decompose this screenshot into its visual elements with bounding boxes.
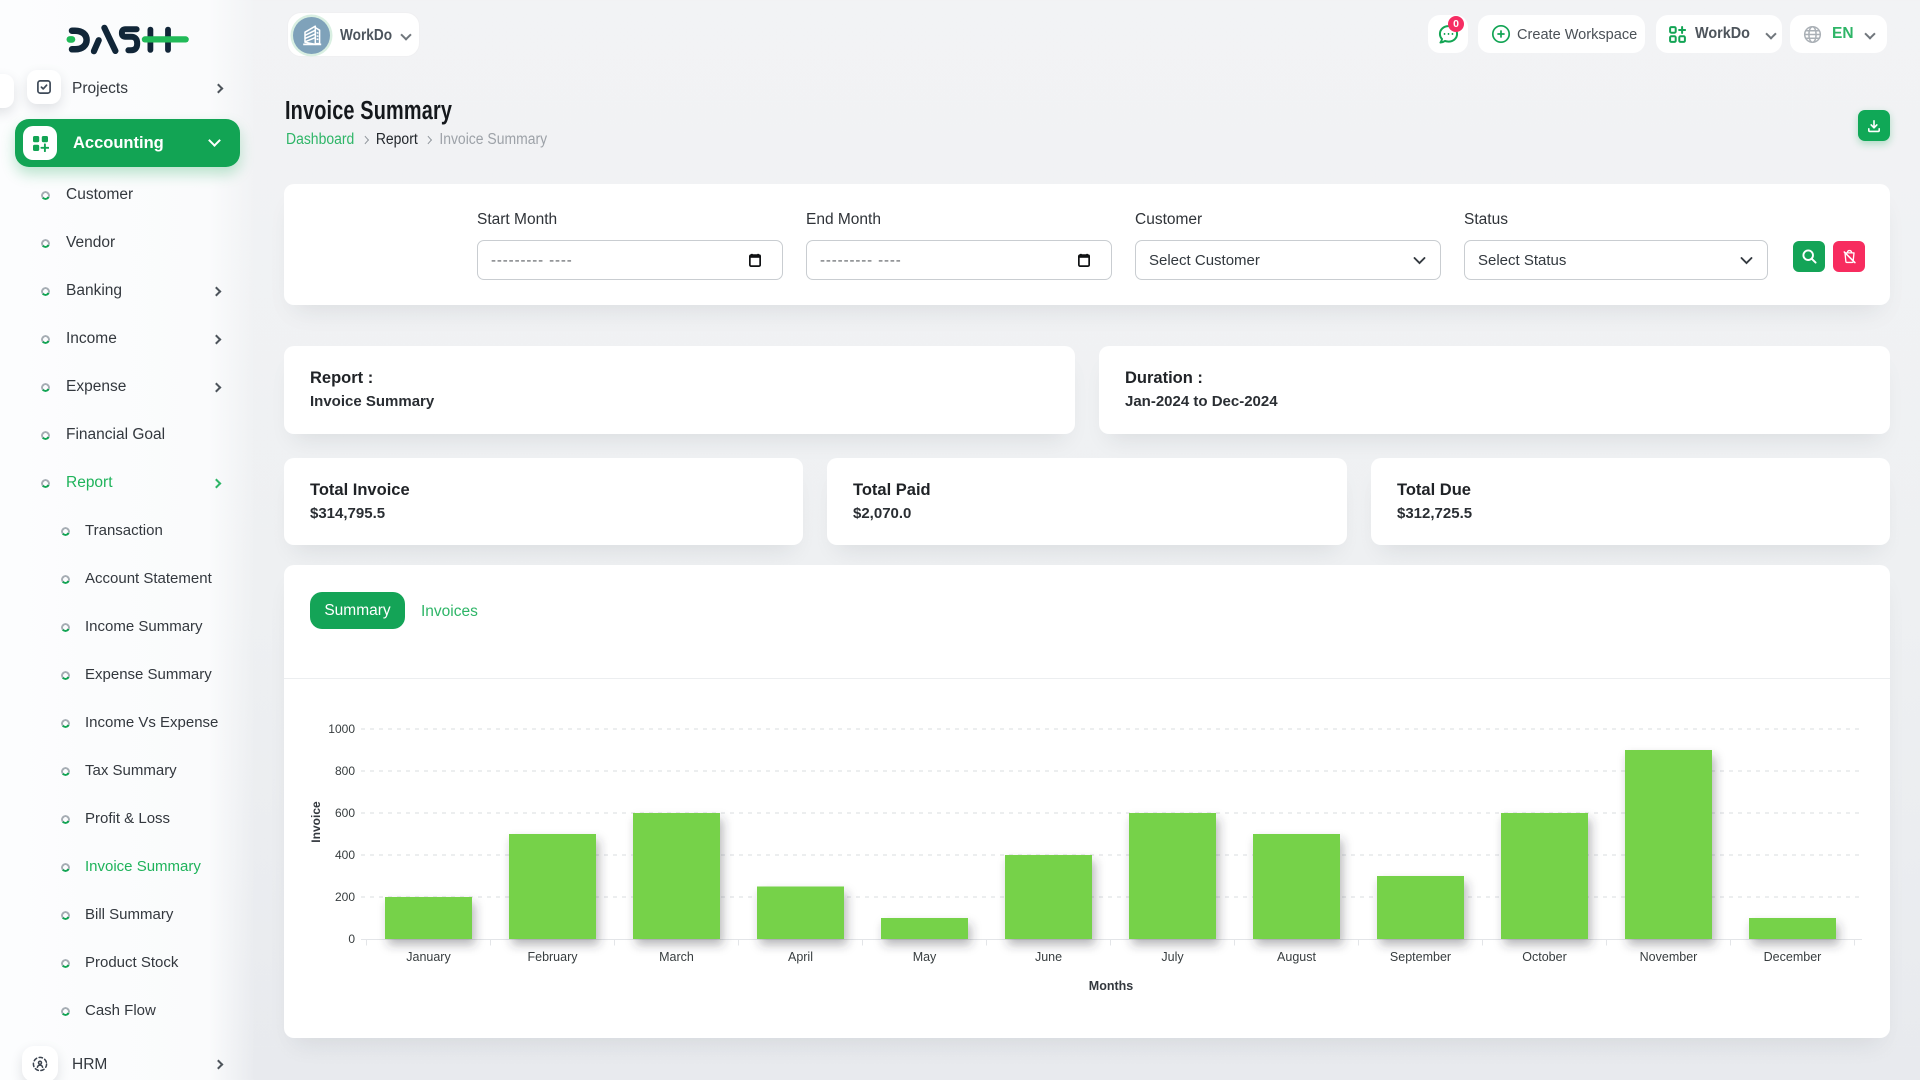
svg-text:400: 400 <box>335 848 355 862</box>
svg-text:June: June <box>1035 950 1062 964</box>
svg-text:600: 600 <box>335 806 355 820</box>
svg-text:July: July <box>1161 950 1184 964</box>
svg-text:September: September <box>1390 950 1451 964</box>
svg-text:November: November <box>1640 950 1698 964</box>
svg-text:May: May <box>913 950 937 964</box>
svg-text:Months: Months <box>1089 979 1133 993</box>
svg-text:March: March <box>659 950 694 964</box>
svg-text:0: 0 <box>348 932 355 946</box>
svg-text:February: February <box>527 950 578 964</box>
svg-text:January: January <box>406 950 451 964</box>
svg-text:April: April <box>788 950 813 964</box>
svg-text:October: October <box>1522 950 1566 964</box>
svg-text:August: August <box>1277 950 1316 964</box>
svg-text:1000: 1000 <box>328 722 355 736</box>
svg-text:December: December <box>1764 950 1822 964</box>
svg-text:200: 200 <box>335 890 355 904</box>
svg-text:800: 800 <box>335 764 355 778</box>
svg-text:Invoice: Invoice <box>309 801 323 843</box>
